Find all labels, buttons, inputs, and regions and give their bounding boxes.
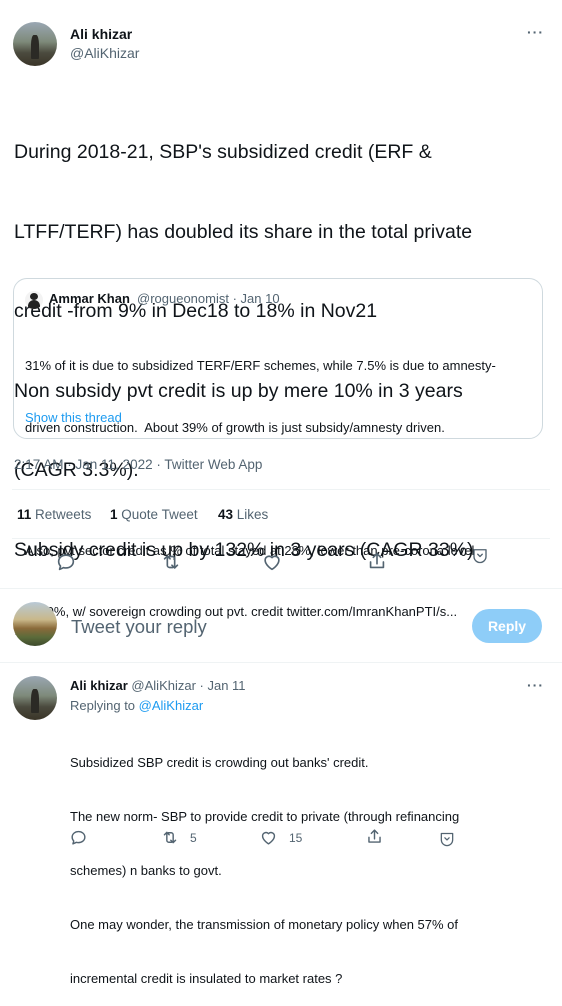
quotes-count: 1 (110, 507, 118, 522)
reply-text: Subsidized SBP credit is crowding out ba… (70, 718, 459, 1006)
reply-text-line: schemes) n banks to govt. (70, 863, 222, 878)
replying-to-handle[interactable]: @AliKhizar (139, 698, 204, 713)
more-icon[interactable]: ··· (527, 24, 544, 40)
likes-count: 43 (218, 507, 234, 522)
reply-icon[interactable] (69, 828, 88, 847)
reply-author-avatar[interactable] (13, 676, 57, 720)
divider (12, 489, 550, 490)
likes-label: Likes (236, 507, 269, 522)
tip-icon[interactable] (470, 546, 490, 564)
share-icon[interactable] (366, 550, 388, 572)
tweet-timestamp[interactable]: 2:17 AM · Jan 11, 2022 · Twitter Web App (14, 457, 262, 472)
retweets-stat[interactable]: 11 Retweets (17, 507, 91, 522)
divider (0, 588, 562, 589)
quote-text-line: 31% of it is due to subsidized TERF/ERF … (25, 358, 496, 373)
quote-author-name: Ammar Khan (49, 291, 130, 306)
current-user-avatar[interactable] (13, 602, 57, 646)
reply-icon[interactable] (55, 551, 77, 573)
author-handle[interactable]: @AliKhizar (70, 45, 139, 61)
reply-text-line: Subsidized SBP credit is crowding out ba… (70, 755, 369, 770)
divider (12, 538, 550, 539)
like-icon[interactable] (259, 828, 278, 847)
tweet-text-line: LTFF/TERF) has doubled its share in the … (14, 220, 473, 243)
likes-stat[interactable]: 43 Likes (218, 507, 268, 522)
reply-like-count: 15 (289, 831, 303, 845)
reply-text-line: The new norm- SBP to provide credit to p… (70, 809, 460, 824)
tip-icon[interactable] (438, 830, 456, 847)
reply-button[interactable]: Reply (472, 609, 542, 643)
reply-text-line: incremental credit is insulated to marke… (70, 971, 343, 986)
retweet-icon[interactable] (160, 828, 180, 847)
quote-author-meta: @rogueonomist · Jan 10 (137, 291, 280, 306)
like-icon[interactable] (261, 551, 283, 573)
reply-text-line: One may wonder, the transmission of mone… (70, 917, 459, 932)
reply-header: Ali khizar @AliKhizar · Jan 11 (70, 678, 246, 693)
quote-author-avatar (25, 291, 43, 309)
author-avatar[interactable] (13, 22, 57, 66)
retweets-count: 11 (17, 507, 32, 522)
divider (0, 662, 562, 663)
reply-input[interactable]: Tweet your reply (71, 616, 207, 638)
retweets-label: Retweets (35, 507, 92, 522)
reply-author-name[interactable]: Ali khizar (70, 678, 128, 693)
more-icon[interactable]: ··· (527, 677, 544, 693)
quoted-tweet-card[interactable]: Ammar Khan @rogueonomist · Jan 10 31% of… (13, 278, 543, 619)
quote-tweets-stat[interactable]: 1 Quote Tweet (110, 507, 198, 522)
replying-to: Replying to @AliKhizar (70, 698, 203, 713)
quotes-label: Quote Tweet (121, 507, 198, 522)
reply-retweet-count: 5 (190, 831, 197, 845)
share-icon[interactable] (365, 827, 384, 846)
tweet-text-line: During 2018-21, SBP's subsidized credit … (14, 141, 432, 163)
reply-author-meta[interactable]: @AliKhizar · Jan 11 (131, 678, 245, 693)
retweet-icon[interactable] (159, 551, 183, 573)
replying-to-prefix: Replying to (70, 698, 139, 713)
show-thread-link[interactable]: Show this thread (25, 410, 122, 425)
author-name[interactable]: Ali khizar (70, 26, 132, 42)
